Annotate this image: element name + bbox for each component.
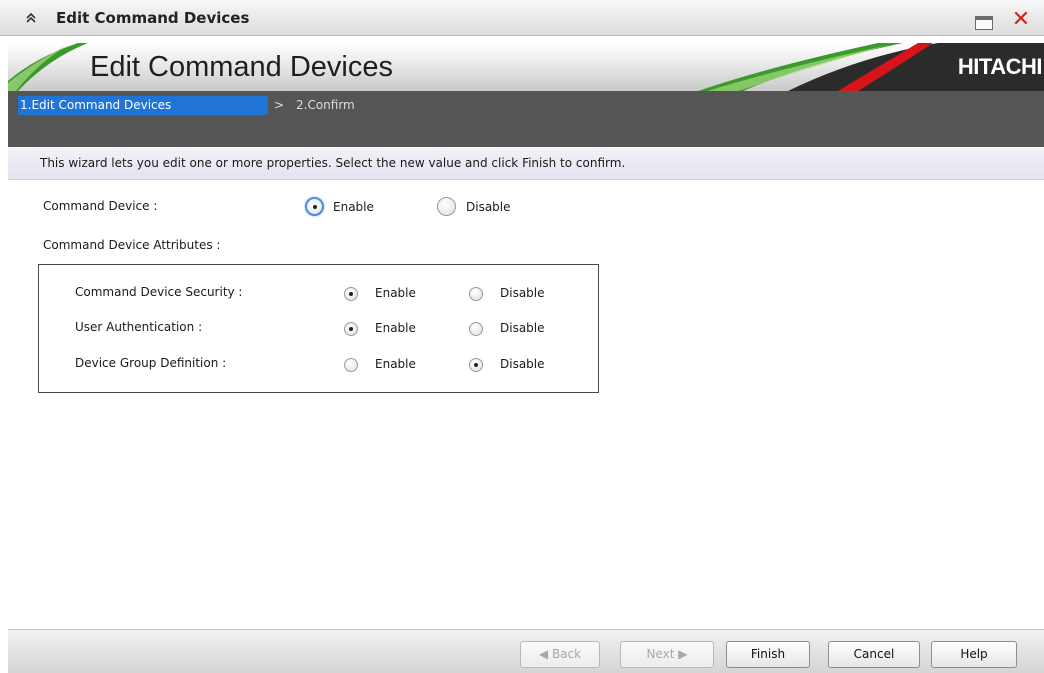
double-chevron-up-icon[interactable] [24, 11, 38, 25]
command-device-security-label: Command Device Security : [75, 285, 243, 299]
wizard-footer: ◀ Back Next ▶ Finish Cancel Help [8, 629, 1044, 673]
command-device-disable-label[interactable]: Disable [466, 200, 511, 214]
wizard-steps: 1.Edit Command Devices > 2.Confirm [8, 91, 1044, 147]
next-button[interactable]: Next ▶ [620, 641, 714, 668]
window-title: Edit Command Devices [56, 9, 250, 27]
step-confirm: 2.Confirm [296, 98, 355, 112]
command-device-enable-label[interactable]: Enable [333, 200, 374, 214]
device-group-definition-enable-label[interactable]: Enable [375, 357, 416, 371]
triangle-right-icon: ▶ [678, 647, 688, 661]
help-button-label: Help [960, 647, 988, 661]
finish-button[interactable]: Finish [726, 641, 810, 668]
user-authentication-enable-radio[interactable] [344, 322, 358, 336]
next-button-label: Next [646, 647, 675, 661]
command-device-enable-radio[interactable] [305, 197, 324, 216]
command-device-security-enable-radio[interactable] [344, 287, 358, 301]
user-authentication-enable-label[interactable]: Enable [375, 321, 416, 335]
device-group-definition-disable-label[interactable]: Disable [500, 357, 545, 371]
command-device-security-disable-radio[interactable] [469, 287, 483, 301]
command-device-label: Command Device : [43, 199, 158, 213]
command-device-security-enable-label[interactable]: Enable [375, 286, 416, 300]
window-titlebar: Edit Command Devices ✕ [0, 0, 1044, 36]
finish-button-label: Finish [750, 647, 786, 661]
help-button[interactable]: Help [931, 641, 1017, 668]
close-icon[interactable]: ✕ [1009, 8, 1033, 32]
banner-title: Edit Command Devices [90, 51, 393, 83]
user-authentication-label: User Authentication : [75, 320, 203, 334]
cancel-button[interactable]: Cancel [828, 641, 920, 668]
back-button[interactable]: ◀ Back [520, 641, 600, 668]
user-authentication-disable-radio[interactable] [469, 322, 483, 336]
device-group-definition-enable-radio[interactable] [344, 358, 358, 372]
hitachi-logo: HITACHI [957, 54, 1043, 79]
cancel-button-label: Cancel [853, 647, 895, 661]
description-bar: This wizard lets you edit one or more pr… [8, 148, 1044, 180]
device-group-definition-label: Device Group Definition : [75, 356, 227, 370]
back-button-label: Back [551, 647, 582, 661]
command-device-security-disable-label[interactable]: Disable [500, 286, 545, 300]
wizard-description: This wizard lets you edit one or more pr… [40, 156, 626, 170]
triangle-left-icon: ◀ [538, 647, 549, 661]
wizard-banner: Edit Command Devices HITACHI [8, 43, 1044, 91]
user-authentication-disable-label[interactable]: Disable [500, 321, 545, 335]
device-group-definition-disable-radio[interactable] [469, 358, 483, 372]
command-device-attributes-label: Command Device Attributes : [43, 238, 221, 252]
maximize-icon[interactable] [975, 16, 993, 30]
step-edit-command-devices: 1.Edit Command Devices [18, 96, 268, 115]
command-device-disable-radio[interactable] [437, 197, 456, 216]
step-separator: > [274, 98, 285, 112]
